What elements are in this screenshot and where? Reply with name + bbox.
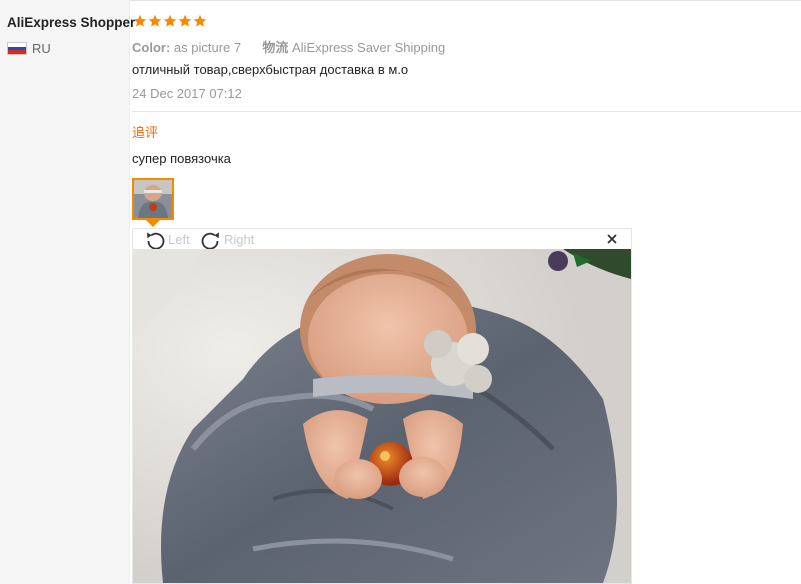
thumbnail-image [134,180,172,218]
buyer-info-column: AliExpress Shopper RU [0,0,135,584]
buyer-name: AliExpress Shopper [7,15,136,30]
star-rating [133,14,207,28]
followup-text: супер повязочка [132,151,231,166]
star-icon [163,14,177,27]
divider [132,111,801,112]
review-photo-thumbnail[interactable] [132,178,174,220]
buyer-country: RU [7,41,51,56]
star-icon [133,14,147,27]
rotate-right-button[interactable]: Right [199,229,254,250]
viewer-toolbar: Left Right [133,229,631,250]
review-date: 24 Dec 2017 07:12 [132,86,242,101]
color-label: Color: [132,40,171,55]
russia-flag-icon [7,42,27,55]
review-meta: Color: as picture 7 物流 AliExpress Saver … [132,37,445,56]
review-photo [133,249,631,583]
rotate-left-button[interactable]: Left [143,229,190,250]
star-icon [178,14,192,27]
star-icon [193,14,207,27]
baby-photo-image [133,249,631,583]
color-value: as picture 7 [173,40,242,55]
rotate-right-icon [201,232,219,250]
country-code: RU [32,41,51,56]
thumbnail-pointer [146,220,160,227]
photo-viewer: Left Right [132,228,632,584]
rotate-left-label: Left [168,232,190,247]
rotate-left-icon [147,232,165,250]
followup-label: 追评 [132,125,159,140]
review-text: отличный товар,сверхбыстрая доставка в м… [132,62,409,77]
rotate-right-label: Right [224,232,255,247]
shipping-label: 物流 [262,40,289,55]
shipping-value: AliExpress Saver Shipping [292,40,446,55]
star-icon [148,14,162,27]
close-icon[interactable] [605,232,619,246]
